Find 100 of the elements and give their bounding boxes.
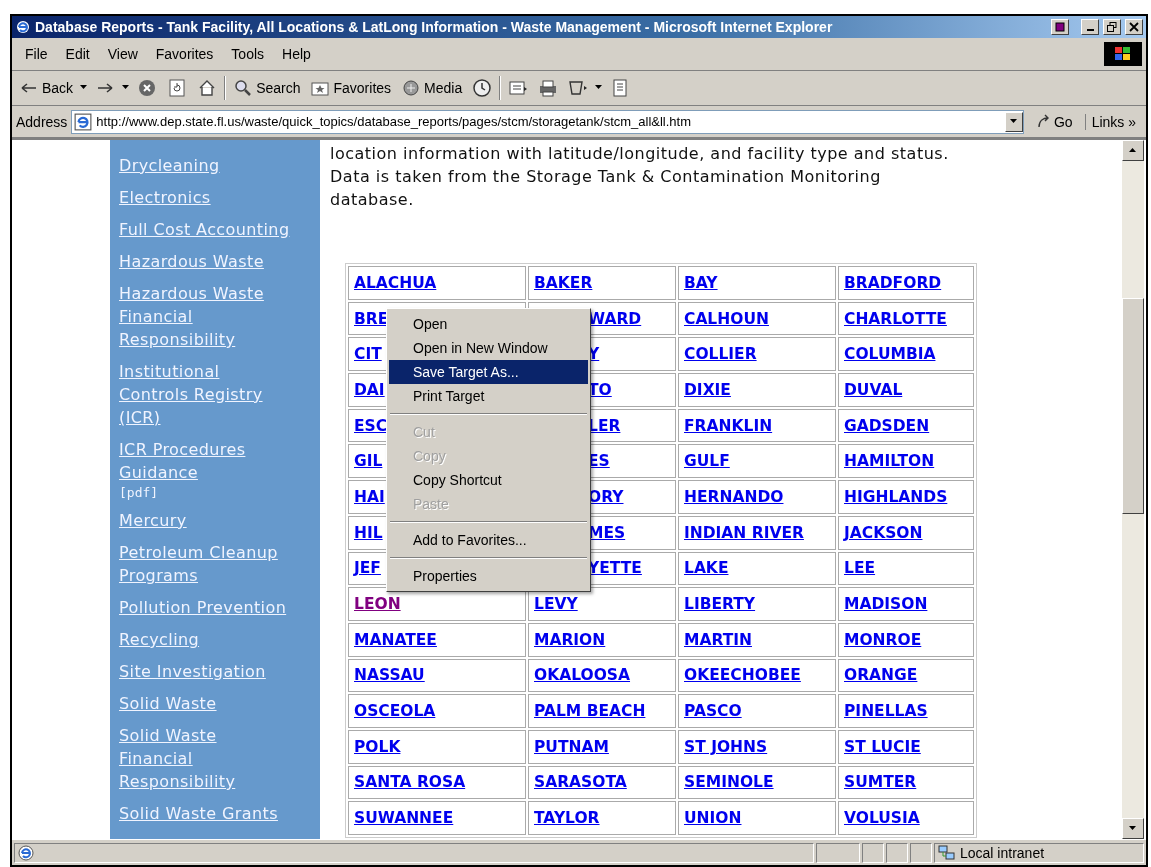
county-link[interactable]: ESC: [354, 416, 388, 435]
flag-icon: [1114, 46, 1132, 62]
county-link[interactable]: NASSAU: [354, 666, 425, 685]
scrollbar[interactable]: [1122, 140, 1144, 839]
county-link[interactable]: MARION: [534, 630, 606, 649]
county-link[interactable]: TAYLOR: [534, 809, 600, 828]
back-button[interactable]: Back: [16, 74, 77, 102]
county-link[interactable]: MADISON: [844, 595, 928, 614]
caret-icon[interactable]: [122, 85, 131, 91]
county-link[interactable]: JEF: [354, 559, 381, 578]
county-link[interactable]: TO: [588, 380, 612, 399]
county-link[interactable]: BRE: [354, 309, 389, 328]
context-menu-item[interactable]: Print Target: [389, 384, 588, 408]
menu-item[interactable]: Favorites: [146, 43, 223, 65]
county-link[interactable]: VOLUSIA: [844, 809, 920, 828]
caret-icon[interactable]: [80, 85, 89, 91]
county-link[interactable]: GADSDEN: [844, 416, 930, 435]
county-link[interactable]: ST LUCIE: [844, 737, 921, 756]
county-link[interactable]: ORANGE: [844, 666, 918, 685]
county-link[interactable]: COLLIER: [684, 345, 757, 364]
county-link[interactable]: SANTA ROSA: [354, 773, 466, 792]
county-link[interactable]: BAY: [684, 273, 718, 292]
minimize-icon: [1086, 29, 1094, 31]
county-link[interactable]: PINELLAS: [844, 702, 928, 721]
county-link[interactable]: LAKE: [684, 559, 729, 578]
county-link[interactable]: ST JOHNS: [684, 737, 768, 756]
county-link[interactable]: YETTE: [588, 559, 642, 578]
county-link[interactable]: CIT: [354, 345, 382, 364]
context-menu-item[interactable]: Open: [389, 312, 588, 336]
county-link[interactable]: LEVY: [534, 595, 578, 614]
county-link[interactable]: INDIAN RIVER: [684, 523, 804, 542]
county-link[interactable]: HIL: [354, 523, 383, 542]
minimize-button[interactable]: [1081, 19, 1099, 35]
county-link[interactable]: SUMTER: [844, 773, 917, 792]
county-link[interactable]: LEON: [354, 595, 401, 614]
county-link[interactable]: GULF: [684, 452, 730, 471]
county-link[interactable]: MANATEE: [354, 630, 437, 649]
county-link[interactable]: BRADFORD: [844, 273, 942, 292]
county-link[interactable]: HIGHLANDS: [844, 487, 948, 506]
media-button[interactable]: Media: [398, 74, 466, 102]
county-link[interactable]: OSCEOLA: [354, 702, 436, 721]
menu-item[interactable]: File: [16, 43, 57, 65]
county-link[interactable]: PALM BEACH: [534, 702, 646, 721]
county-link[interactable]: LIBERTY: [684, 595, 756, 614]
window-title: Database Reports - Tank Facility, All Locations & LatLong Information - Waste Management - Microsoft Internet Explorer: [35, 19, 834, 35]
county-link[interactable]: FRANKLIN: [684, 416, 773, 435]
county-link[interactable]: ALACHUA: [354, 273, 437, 292]
county-link[interactable]: CHARLOTTE: [844, 309, 947, 328]
county-link[interactable]: DAI: [354, 380, 385, 399]
caret-icon[interactable]: [595, 85, 604, 91]
county-link[interactable]: HERNANDO: [684, 487, 784, 506]
menu-item[interactable]: Help: [273, 43, 320, 65]
county-link[interactable]: PUTNAM: [534, 737, 609, 756]
status-pane: [862, 842, 884, 863]
dropdown-button[interactable]: [1004, 111, 1023, 132]
status-pane: [910, 842, 932, 863]
restore-button[interactable]: [1103, 19, 1121, 35]
scroll-down-button[interactable]: [1122, 818, 1144, 839]
county-link[interactable]: UNION: [684, 809, 742, 828]
context-menu-item[interactable]: Properties: [389, 564, 588, 588]
context-menu-item[interactable]: Save Target As...: [389, 360, 588, 384]
county-link[interactable]: HAI: [354, 487, 385, 506]
county-link[interactable]: GIL: [354, 452, 383, 471]
county-link[interactable]: CALHOUN: [684, 309, 769, 328]
scroll-up-button[interactable]: [1122, 140, 1144, 161]
down-arrow-icon: [1129, 826, 1137, 831]
county-link[interactable]: HAMILTON: [844, 452, 935, 471]
restore-icon: [1107, 22, 1117, 32]
county-link[interactable]: DUVAL: [844, 380, 903, 399]
favorites-button[interactable]: Favorites: [307, 74, 395, 102]
context-menu-item[interactable]: Copy Shortcut: [389, 468, 588, 492]
county-link[interactable]: COLUMBIA: [844, 345, 936, 364]
county-link[interactable]: SARASOTA: [534, 773, 627, 792]
context-menu-item[interactable]: Add to Favorites...: [389, 528, 588, 552]
close-button[interactable]: [1125, 19, 1143, 35]
county-link[interactable]: MARTIN: [684, 630, 752, 649]
county-link[interactable]: MONROE: [844, 630, 922, 649]
county-link[interactable]: WARD: [588, 309, 642, 328]
go-button[interactable]: Go: [1027, 113, 1081, 130]
county-link[interactable]: POLK: [354, 737, 401, 756]
county-link[interactable]: SUWANNEE: [354, 809, 454, 828]
county-link[interactable]: SEMINOLE: [684, 773, 774, 792]
context-menu-item[interactable]: Open in New Window: [389, 336, 588, 360]
browser-logo-icon: [15, 19, 31, 35]
address-field[interactable]: http://www.dep.state.fl.us/waste/quick_topics/database_reports/pages/stcm/storagetank/stcm_all&ll.htm: [71, 109, 1024, 134]
menu-item[interactable]: Tools: [222, 43, 274, 65]
county-link[interactable]: PASCO: [684, 702, 742, 721]
county-link[interactable]: JACKSON: [844, 523, 923, 542]
county-link[interactable]: DIXIE: [684, 380, 731, 399]
county-link[interactable]: OKALOOSA: [534, 666, 631, 685]
page-icon: [74, 112, 93, 131]
county-link[interactable]: OKEECHOBEE: [684, 666, 801, 685]
search-button[interactable]: Search: [230, 74, 304, 102]
menu-item[interactable]: Edit: [56, 43, 99, 65]
county-link[interactable]: BAKER: [534, 273, 593, 292]
menu-item[interactable]: View: [98, 43, 147, 65]
links-button[interactable]: Links »: [1084, 113, 1142, 130]
county-link[interactable]: LEE: [844, 559, 876, 578]
scroll-thumb[interactable]: [1122, 298, 1144, 514]
extra-window-button[interactable]: [1051, 19, 1069, 35]
